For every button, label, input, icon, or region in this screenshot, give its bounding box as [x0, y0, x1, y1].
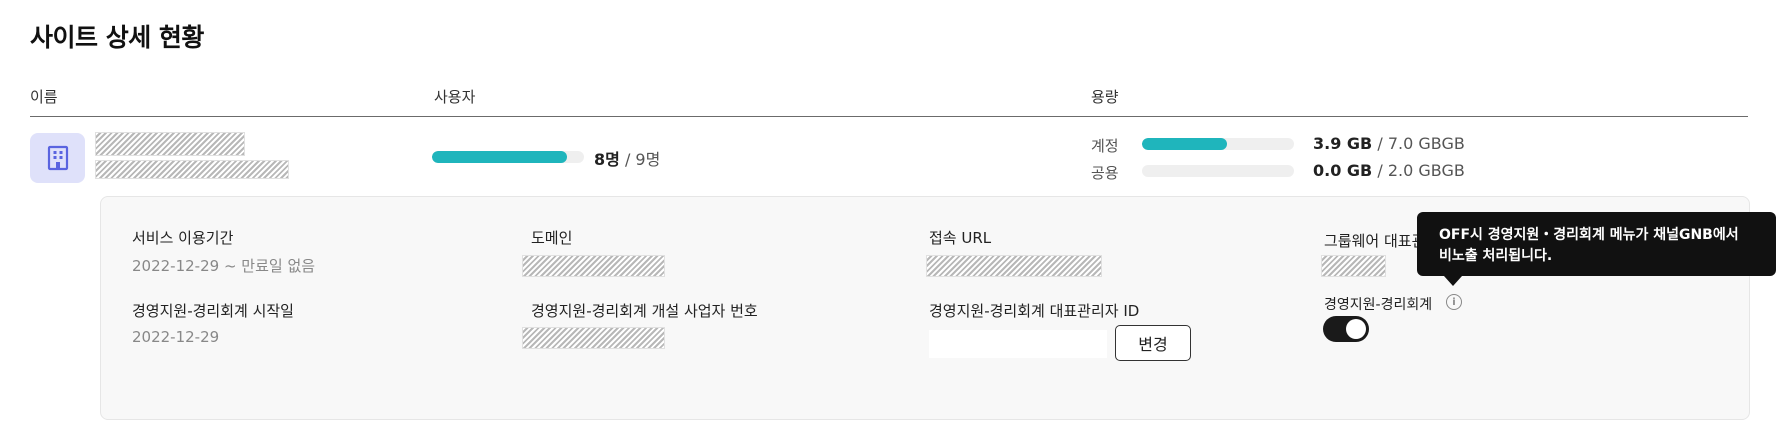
account-capacity-fill: [1142, 138, 1227, 150]
building-icon: [30, 133, 85, 183]
column-header-users: 사용자: [434, 88, 476, 106]
account-capacity-bar: [1142, 138, 1294, 150]
erp-admin-id-label: 경영지원-경리회계 대표관리자 ID: [929, 302, 1140, 320]
column-header-capacity: 용량: [1091, 88, 1119, 106]
erp-business-number-label: 경영지원-경리회계 개설 사업자 번호: [531, 302, 758, 320]
header-divider: [30, 116, 1748, 117]
access-url-label: 접속 URL: [929, 229, 992, 247]
shared-capacity-bar: [1142, 165, 1294, 177]
capacity-account-value: 3.9 GB / 7.0 GBGB: [1313, 134, 1465, 153]
erp-toggle-label: 경영지원-경리회계: [1324, 297, 1433, 313]
account-total: 7.0 GBGB: [1387, 134, 1465, 153]
account-separator: /: [1372, 134, 1388, 153]
capacity-shared-label: 공용: [1091, 164, 1119, 182]
tooltip-line-1: OFF시 경영지원・경리회계 메뉴가 채널GNB에서: [1439, 227, 1739, 243]
erp-start-value: 2022-12-29: [132, 328, 220, 346]
tooltip-line-2: 비노출 처리됩니다.: [1439, 248, 1553, 264]
users-count: 8명 / 9명: [594, 146, 660, 170]
capacity-shared-value: 0.0 GB / 2.0 GBGB: [1313, 161, 1465, 180]
users-used: 8명: [594, 150, 620, 169]
domain-label: 도메인: [531, 229, 573, 247]
groupware-admin-label: 그룹웨어 대표관: [1324, 232, 1426, 250]
change-admin-id-button[interactable]: 변경: [1115, 325, 1191, 361]
account-used: 3.9 GB: [1313, 134, 1373, 153]
users-progress-bar: [432, 151, 584, 163]
shared-total: 2.0 GBGB: [1387, 161, 1465, 180]
info-icon[interactable]: i: [1446, 294, 1462, 310]
service-period-label: 서비스 이용기간: [132, 229, 234, 247]
page-title: 사이트 상세 현황: [30, 23, 204, 52]
users-separator: /: [619, 150, 636, 169]
tooltip-arrow: [1444, 276, 1462, 286]
domain-value-redacted: [522, 255, 665, 277]
users-progress-fill: [432, 151, 568, 163]
groupware-admin-value-redacted: [1321, 255, 1386, 277]
erp-admin-id-field[interactable]: [929, 330, 1107, 358]
shared-used: 0.0 GB: [1313, 161, 1373, 180]
column-header-name: 이름: [30, 88, 58, 106]
site-subname-redacted: [95, 160, 289, 179]
info-tooltip: OFF시 경영지원・경리회계 메뉴가 채널GNB에서 비노출 처리됩니다.: [1417, 212, 1776, 276]
access-url-value-redacted: [926, 255, 1102, 277]
toggle-knob: [1346, 319, 1366, 339]
erp-visibility-toggle[interactable]: [1323, 316, 1369, 342]
capacity-account-label: 계정: [1091, 137, 1119, 155]
users-total: 9명: [635, 150, 661, 169]
erp-business-number-redacted: [522, 327, 665, 349]
service-period-value: 2022-12-29 ~ 만료일 없음: [132, 257, 316, 275]
site-name-redacted: [95, 132, 245, 156]
shared-separator: /: [1372, 161, 1388, 180]
erp-start-label: 경영지원-경리회계 시작일: [132, 302, 294, 320]
